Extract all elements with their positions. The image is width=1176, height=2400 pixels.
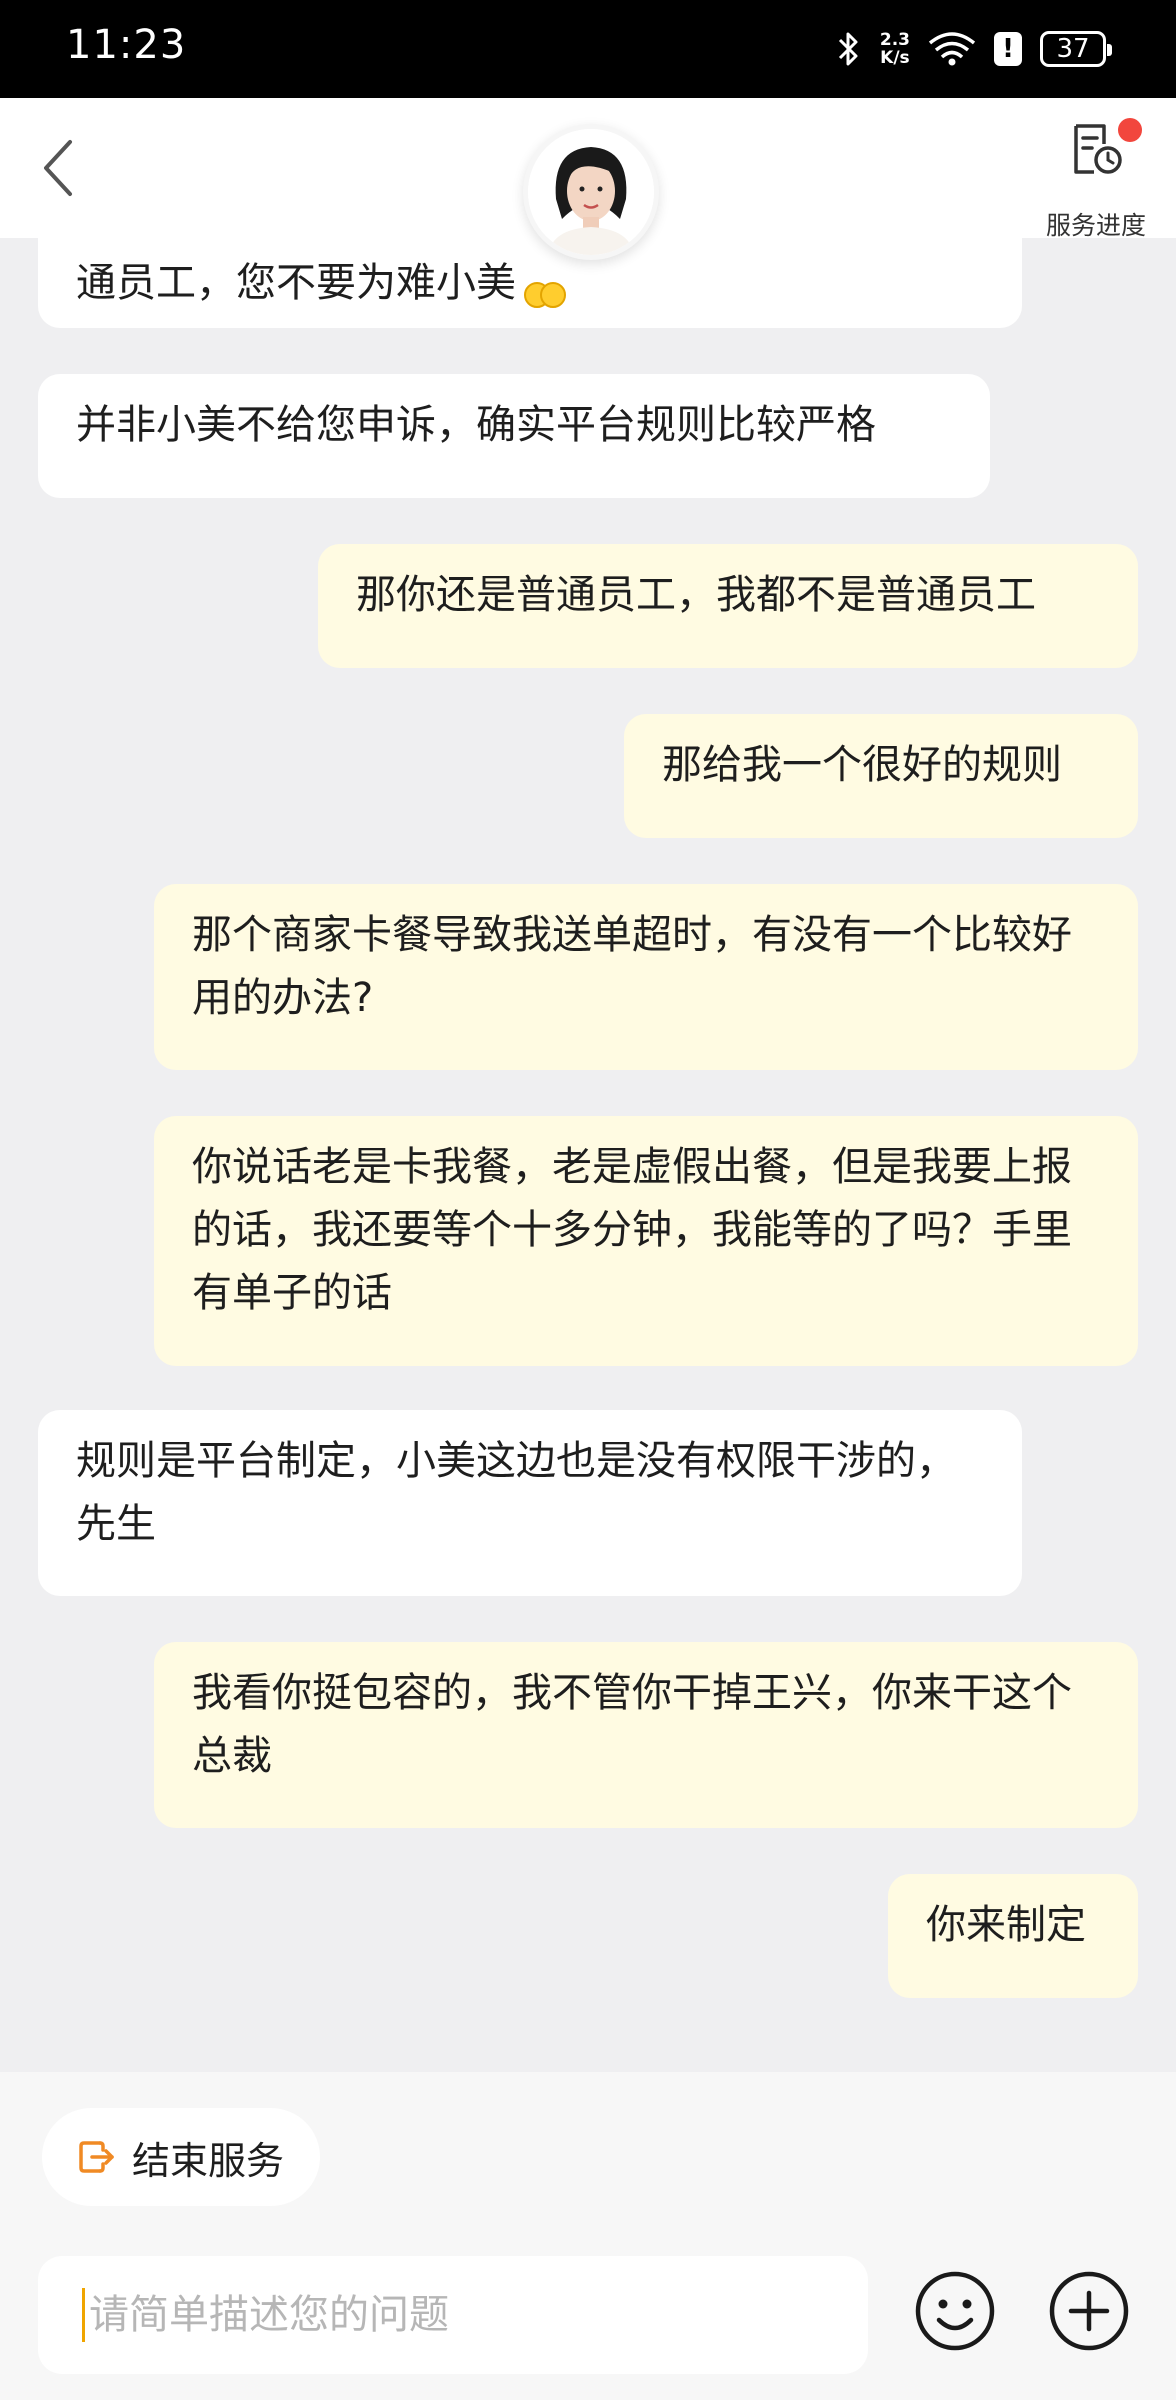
battery-indicator: 37 xyxy=(1040,31,1112,67)
message-text: 我看你挺包容的，我不管你干掉王兴，你来干这个总裁 xyxy=(192,1670,1072,1779)
message-bubble-outgoing: 那个商家卡餐导致我送单超时，有没有一个比较好用的办法? xyxy=(154,884,1138,1070)
service-progress-label: 服务进度 xyxy=(1045,211,1146,240)
message-text: 并非小美不给您申诉，确实平台规则比较严格 xyxy=(76,402,876,448)
message-bubble-incoming: 规则是平台制定，小美这边也是没有权限干涉的，先生 xyxy=(38,1410,1022,1596)
end-service-label: 结束服务 xyxy=(132,2138,285,2183)
back-arrow-icon[interactable] xyxy=(38,136,78,200)
status-bar: 11:23 2.3 K/s ! 37 xyxy=(0,0,1176,98)
agent-avatar[interactable] xyxy=(523,124,659,260)
message-text: 那给我一个很好的规则 xyxy=(662,742,1062,788)
message-text: 那个商家卡餐导致我送单超时，有没有一个比较好用的办法? xyxy=(192,912,1072,1021)
agent-avatar-image xyxy=(528,129,654,255)
message-bubble-incoming: 并非小美不给您申诉，确实平台规则比较严格 xyxy=(38,374,990,498)
message-bubble-outgoing: 你来制定 xyxy=(888,1874,1138,1998)
chat-messages: 通员工，您不要为难小美 并非小美不给您申诉，确实平台规则比较严格 那你还是普通员… xyxy=(0,238,1176,2068)
message-bubble-outgoing: 你说话老是卡我餐，老是虚假出餐，但是我要上报的话，我还要等个十多分钟，我能等的了… xyxy=(154,1116,1138,1366)
network-speed-value: 2.3 xyxy=(879,30,910,50)
battery-level: 37 xyxy=(1056,34,1090,64)
emoji-icon[interactable] xyxy=(914,2270,996,2352)
message-bubble-outgoing: 那你还是普通员工，我都不是普通员工 xyxy=(318,544,1138,668)
message-bubble-outgoing: 那给我一个很好的规则 xyxy=(624,714,1138,838)
network-speed: 2.3 K/s xyxy=(880,31,910,67)
message-text: 那你还是普通员工，我都不是普通员工 xyxy=(356,572,1036,618)
service-progress-button[interactable]: 服务进度 xyxy=(1036,116,1156,240)
end-service-button[interactable]: 结束服务 xyxy=(42,2108,320,2206)
message-input[interactable] xyxy=(89,2292,829,2338)
exit-icon xyxy=(79,2141,114,2173)
message-text: 你说话老是卡我餐，老是虚假出餐，但是我要上报的话，我还要等个十多分钟，我能等的了… xyxy=(192,1144,1072,1316)
clapping-hands-emoji-icon xyxy=(516,265,574,308)
notification-dot xyxy=(1118,118,1142,142)
plus-icon[interactable] xyxy=(1048,2270,1130,2352)
network-speed-unit: K/s xyxy=(880,48,910,68)
message-bubble-outgoing: 我看你挺包容的，我不管你干掉王兴，你来干这个总裁 xyxy=(154,1642,1138,1828)
bottom-panel: 结束服务 xyxy=(0,2072,1176,2400)
message-text: 你来制定 xyxy=(926,1902,1086,1948)
status-icons: 2.3 K/s ! 37 xyxy=(836,26,1112,72)
message-bubble-incoming: 通员工，您不要为难小美 xyxy=(38,238,1022,328)
message-input-box[interactable] xyxy=(38,2256,868,2374)
text-cursor xyxy=(82,2288,85,2342)
wifi-icon xyxy=(928,32,976,66)
bluetooth-icon xyxy=(838,32,858,66)
status-time: 11:23 xyxy=(66,22,187,68)
alert-icon: ! xyxy=(994,32,1022,66)
service-progress-icon xyxy=(1074,124,1122,174)
message-text: 通员工，您不要为难小美 xyxy=(76,260,516,306)
message-text: 规则是平台制定，小美这边也是没有权限干涉的，先生 xyxy=(76,1438,956,1547)
